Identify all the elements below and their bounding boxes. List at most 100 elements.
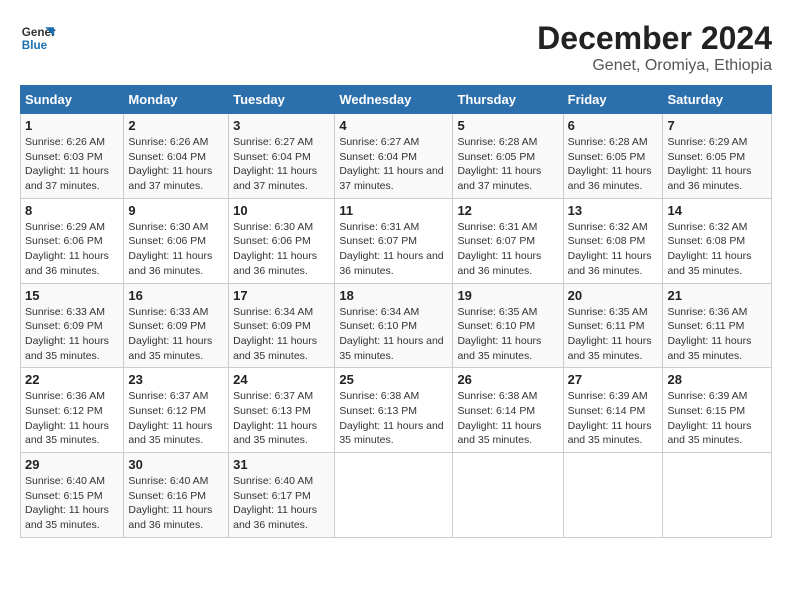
calendar-table: SundayMondayTuesdayWednesdayThursdayFrid… xyxy=(20,85,772,538)
calendar-cell: 16 Sunrise: 6:33 AMSunset: 6:09 PMDaylig… xyxy=(124,283,229,368)
day-number: 11 xyxy=(339,203,448,218)
calendar-cell: 10 Sunrise: 6:30 AMSunset: 6:06 PMDaylig… xyxy=(229,198,335,283)
day-info: Sunrise: 6:26 AMSunset: 6:03 PMDaylight:… xyxy=(25,136,109,192)
calendar-week-row: 29 Sunrise: 6:40 AMSunset: 6:15 PMDaylig… xyxy=(21,453,772,538)
day-info: Sunrise: 6:28 AMSunset: 6:05 PMDaylight:… xyxy=(568,136,652,192)
day-number: 19 xyxy=(457,288,558,303)
day-number: 12 xyxy=(457,203,558,218)
day-info: Sunrise: 6:40 AMSunset: 6:15 PMDaylight:… xyxy=(25,475,109,531)
day-info: Sunrise: 6:27 AMSunset: 6:04 PMDaylight:… xyxy=(339,136,443,192)
calendar-cell: 1 Sunrise: 6:26 AMSunset: 6:03 PMDayligh… xyxy=(21,114,124,199)
calendar-cell: 30 Sunrise: 6:40 AMSunset: 6:16 PMDaylig… xyxy=(124,453,229,538)
calendar-cell: 7 Sunrise: 6:29 AMSunset: 6:05 PMDayligh… xyxy=(663,114,772,199)
day-number: 28 xyxy=(667,372,767,387)
day-number: 29 xyxy=(25,457,119,472)
day-number: 25 xyxy=(339,372,448,387)
day-number: 24 xyxy=(233,372,330,387)
calendar-cell: 19 Sunrise: 6:35 AMSunset: 6:10 PMDaylig… xyxy=(453,283,563,368)
day-info: Sunrise: 6:31 AMSunset: 6:07 PMDaylight:… xyxy=(339,221,443,277)
calendar-cell xyxy=(335,453,453,538)
day-number: 7 xyxy=(667,118,767,133)
calendar-cell: 24 Sunrise: 6:37 AMSunset: 6:13 PMDaylig… xyxy=(229,368,335,453)
day-number: 2 xyxy=(128,118,224,133)
day-info: Sunrise: 6:31 AMSunset: 6:07 PMDaylight:… xyxy=(457,221,541,277)
day-number: 5 xyxy=(457,118,558,133)
calendar-cell xyxy=(563,453,663,538)
day-info: Sunrise: 6:30 AMSunset: 6:06 PMDaylight:… xyxy=(233,221,317,277)
day-info: Sunrise: 6:36 AMSunset: 6:11 PMDaylight:… xyxy=(667,306,751,362)
calendar-cell: 4 Sunrise: 6:27 AMSunset: 6:04 PMDayligh… xyxy=(335,114,453,199)
column-header-saturday: Saturday xyxy=(663,86,772,114)
day-number: 9 xyxy=(128,203,224,218)
logo: General Blue xyxy=(20,20,56,56)
calendar-cell: 5 Sunrise: 6:28 AMSunset: 6:05 PMDayligh… xyxy=(453,114,563,199)
day-number: 20 xyxy=(568,288,659,303)
day-info: Sunrise: 6:40 AMSunset: 6:17 PMDaylight:… xyxy=(233,475,317,531)
calendar-cell: 13 Sunrise: 6:32 AMSunset: 6:08 PMDaylig… xyxy=(563,198,663,283)
day-info: Sunrise: 6:35 AMSunset: 6:10 PMDaylight:… xyxy=(457,306,541,362)
day-number: 21 xyxy=(667,288,767,303)
day-number: 1 xyxy=(25,118,119,133)
column-header-friday: Friday xyxy=(563,86,663,114)
calendar-cell: 28 Sunrise: 6:39 AMSunset: 6:15 PMDaylig… xyxy=(663,368,772,453)
day-number: 31 xyxy=(233,457,330,472)
calendar-cell: 23 Sunrise: 6:37 AMSunset: 6:12 PMDaylig… xyxy=(124,368,229,453)
calendar-cell: 3 Sunrise: 6:27 AMSunset: 6:04 PMDayligh… xyxy=(229,114,335,199)
day-info: Sunrise: 6:37 AMSunset: 6:12 PMDaylight:… xyxy=(128,390,212,446)
day-number: 10 xyxy=(233,203,330,218)
day-number: 4 xyxy=(339,118,448,133)
calendar-week-row: 1 Sunrise: 6:26 AMSunset: 6:03 PMDayligh… xyxy=(21,114,772,199)
day-number: 3 xyxy=(233,118,330,133)
calendar-cell xyxy=(453,453,563,538)
column-header-thursday: Thursday xyxy=(453,86,563,114)
day-info: Sunrise: 6:37 AMSunset: 6:13 PMDaylight:… xyxy=(233,390,317,446)
day-info: Sunrise: 6:30 AMSunset: 6:06 PMDaylight:… xyxy=(128,221,212,277)
day-number: 16 xyxy=(128,288,224,303)
day-info: Sunrise: 6:34 AMSunset: 6:09 PMDaylight:… xyxy=(233,306,317,362)
calendar-cell: 26 Sunrise: 6:38 AMSunset: 6:14 PMDaylig… xyxy=(453,368,563,453)
calendar-cell: 29 Sunrise: 6:40 AMSunset: 6:15 PMDaylig… xyxy=(21,453,124,538)
calendar-cell: 18 Sunrise: 6:34 AMSunset: 6:10 PMDaylig… xyxy=(335,283,453,368)
calendar-week-row: 8 Sunrise: 6:29 AMSunset: 6:06 PMDayligh… xyxy=(21,198,772,283)
column-header-monday: Monday xyxy=(124,86,229,114)
title-block: December 2024 Genet, Oromiya, Ethiopia xyxy=(537,20,772,75)
day-number: 6 xyxy=(568,118,659,133)
day-info: Sunrise: 6:28 AMSunset: 6:05 PMDaylight:… xyxy=(457,136,541,192)
calendar-cell: 22 Sunrise: 6:36 AMSunset: 6:12 PMDaylig… xyxy=(21,368,124,453)
day-info: Sunrise: 6:33 AMSunset: 6:09 PMDaylight:… xyxy=(128,306,212,362)
column-header-sunday: Sunday xyxy=(21,86,124,114)
calendar-cell: 11 Sunrise: 6:31 AMSunset: 6:07 PMDaylig… xyxy=(335,198,453,283)
day-info: Sunrise: 6:38 AMSunset: 6:13 PMDaylight:… xyxy=(339,390,443,446)
calendar-cell: 12 Sunrise: 6:31 AMSunset: 6:07 PMDaylig… xyxy=(453,198,563,283)
day-info: Sunrise: 6:27 AMSunset: 6:04 PMDaylight:… xyxy=(233,136,317,192)
day-info: Sunrise: 6:36 AMSunset: 6:12 PMDaylight:… xyxy=(25,390,109,446)
logo-icon: General Blue xyxy=(20,20,56,56)
calendar-cell: 27 Sunrise: 6:39 AMSunset: 6:14 PMDaylig… xyxy=(563,368,663,453)
calendar-cell: 9 Sunrise: 6:30 AMSunset: 6:06 PMDayligh… xyxy=(124,198,229,283)
calendar-cell: 17 Sunrise: 6:34 AMSunset: 6:09 PMDaylig… xyxy=(229,283,335,368)
day-number: 13 xyxy=(568,203,659,218)
day-number: 30 xyxy=(128,457,224,472)
page-header: General Blue December 2024 Genet, Oromiy… xyxy=(20,20,772,75)
day-number: 23 xyxy=(128,372,224,387)
day-info: Sunrise: 6:39 AMSunset: 6:15 PMDaylight:… xyxy=(667,390,751,446)
calendar-week-row: 22 Sunrise: 6:36 AMSunset: 6:12 PMDaylig… xyxy=(21,368,772,453)
column-header-tuesday: Tuesday xyxy=(229,86,335,114)
day-info: Sunrise: 6:33 AMSunset: 6:09 PMDaylight:… xyxy=(25,306,109,362)
day-info: Sunrise: 6:38 AMSunset: 6:14 PMDaylight:… xyxy=(457,390,541,446)
day-info: Sunrise: 6:39 AMSunset: 6:14 PMDaylight:… xyxy=(568,390,652,446)
calendar-cell: 21 Sunrise: 6:36 AMSunset: 6:11 PMDaylig… xyxy=(663,283,772,368)
day-info: Sunrise: 6:40 AMSunset: 6:16 PMDaylight:… xyxy=(128,475,212,531)
svg-text:Blue: Blue xyxy=(22,39,48,52)
day-info: Sunrise: 6:29 AMSunset: 6:05 PMDaylight:… xyxy=(667,136,751,192)
calendar-cell: 8 Sunrise: 6:29 AMSunset: 6:06 PMDayligh… xyxy=(21,198,124,283)
day-number: 18 xyxy=(339,288,448,303)
day-number: 8 xyxy=(25,203,119,218)
day-number: 22 xyxy=(25,372,119,387)
calendar-cell: 2 Sunrise: 6:26 AMSunset: 6:04 PMDayligh… xyxy=(124,114,229,199)
day-number: 26 xyxy=(457,372,558,387)
page-title: December 2024 xyxy=(537,20,772,57)
calendar-cell: 31 Sunrise: 6:40 AMSunset: 6:17 PMDaylig… xyxy=(229,453,335,538)
calendar-cell: 6 Sunrise: 6:28 AMSunset: 6:05 PMDayligh… xyxy=(563,114,663,199)
day-info: Sunrise: 6:26 AMSunset: 6:04 PMDaylight:… xyxy=(128,136,212,192)
